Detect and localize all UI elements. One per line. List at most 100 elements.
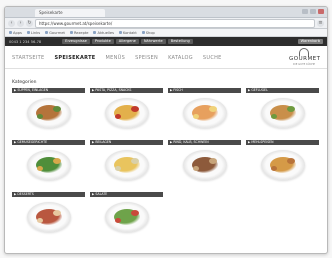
garnish-shape <box>192 166 199 171</box>
category-card[interactable]: ▶ MEHLSPEISEN <box>246 140 319 185</box>
garnish-shape <box>286 158 295 164</box>
nav-item-men-s[interactable]: MENÜS <box>106 55 126 61</box>
category-image[interactable] <box>12 197 85 237</box>
category-card[interactable]: ▶ RIND, KALB, SCHWEIN <box>168 140 241 185</box>
site-top-bar: 0043 1 234 56-78 Erzeugnisse Produkte Alle… <box>5 37 327 46</box>
browser-toolbar: ‹ › ↻ https://www.gourmet.at/speisekarte… <box>5 18 327 29</box>
garnish-shape <box>52 106 61 112</box>
bookmark-label: Gourmet <box>49 30 65 35</box>
reload-icon[interactable]: ↻ <box>26 19 33 27</box>
category-card[interactable]: ▶ SALATE <box>90 192 163 237</box>
garnish-shape <box>114 218 121 223</box>
category-card[interactable]: ▶ FISCH <box>168 88 241 133</box>
garnish-shape <box>130 210 139 216</box>
category-image[interactable] <box>90 197 163 237</box>
plate-icon <box>182 150 227 180</box>
plate-icon <box>26 202 71 232</box>
category-card[interactable]: ▶ DESSERTS <box>12 192 85 237</box>
nav-item-suche[interactable]: SUCHE <box>203 55 222 61</box>
garnish-shape <box>208 106 217 112</box>
bookmark-item[interactable]: Rezepte <box>69 30 89 35</box>
bookmark-label: Apps <box>13 30 22 35</box>
bookmark-icon <box>119 31 123 34</box>
bookmark-label: Rezepte <box>73 30 89 35</box>
garnish-shape <box>52 158 61 164</box>
bookmark-icon <box>69 31 73 34</box>
bookmark-icon <box>141 31 145 34</box>
plate-icon <box>260 98 305 128</box>
category-image[interactable] <box>12 145 85 185</box>
bookmark-item[interactable]: Aktuelles <box>93 31 114 35</box>
category-image[interactable] <box>168 145 241 185</box>
bookmark-item[interactable]: Gourmet <box>45 31 65 35</box>
garnish-shape <box>130 158 139 164</box>
browser-window: Speisekarte ‹ › ↻ https://www.gourmet.at… <box>4 6 328 254</box>
bookmark-icon <box>45 31 49 34</box>
category-grid: ▶ SUPPEN, EINLAGEN ▶ PASTA, PIZZA, SNACKS ▶ F… <box>12 88 320 237</box>
category-card[interactable]: ▶ SUPPEN, EINLAGEN <box>12 88 85 133</box>
browser-tab[interactable]: Speisekarte <box>35 9 105 17</box>
back-icon[interactable]: ‹ <box>8 19 15 27</box>
window-controls <box>302 9 324 14</box>
nav-item-katalog[interactable]: KATALOG <box>168 55 193 61</box>
category-image[interactable] <box>90 145 163 185</box>
bookmark-item[interactable]: Kontakt <box>119 31 137 35</box>
forward-icon[interactable]: › <box>17 19 24 27</box>
top-link[interactable]: Allergene <box>115 39 139 44</box>
garnish-shape <box>36 114 43 119</box>
browser-tab-bar: Speisekarte <box>5 7 327 18</box>
garnish-shape <box>36 166 43 171</box>
garnish-shape <box>114 166 121 171</box>
maximize-icon[interactable] <box>310 9 316 14</box>
bookmark-label: Aktuelles <box>97 30 115 35</box>
garnish-shape <box>36 218 43 223</box>
plate-icon <box>104 202 149 232</box>
logo-tagline: DIE GUTE KÜCHE <box>292 63 316 66</box>
bookmark-label: Kontakt <box>123 30 137 35</box>
category-card[interactable]: ▶ PASTA, PIZZA, SNACKS <box>90 88 163 133</box>
plate-icon <box>26 98 71 128</box>
bookmark-item[interactable]: Apps <box>9 31 22 35</box>
category-image[interactable] <box>90 93 163 133</box>
top-link[interactable]: Produkte <box>91 39 114 44</box>
garnish-shape <box>270 114 277 119</box>
nav-item-startseite[interactable]: STARTSEITE <box>12 55 44 61</box>
bookmark-icon <box>93 31 97 34</box>
nav-item-speisen[interactable]: SPEISEN <box>135 55 158 61</box>
category-image[interactable] <box>168 93 241 133</box>
bookmark-icon <box>26 31 30 34</box>
cart-button[interactable]: Warenkorb <box>297 39 323 44</box>
bookmark-label: Links <box>30 30 41 35</box>
garnish-shape <box>286 106 295 112</box>
garnish-shape <box>208 158 217 164</box>
top-link[interactable]: Nährwerte <box>140 39 166 44</box>
top-links: Erzeugnisse Produkte Allergene Nährwerte Bes… <box>62 39 193 44</box>
category-card[interactable]: ▶ GEFLÜGEL <box>246 88 319 133</box>
plate-icon <box>104 150 149 180</box>
nav-item-speisekarte[interactable]: SPEISEKARTE <box>54 55 95 61</box>
address-bar[interactable]: https://www.gourmet.at/speisekarte/ <box>35 18 315 28</box>
nav-items: STARTSEITE SPEISEKARTE MENÜS SPEISEN KATALOG… <box>12 55 222 61</box>
category-card[interactable]: ▶ BEILAGEN <box>90 140 163 185</box>
chef-hat-icon <box>299 48 309 56</box>
bookmark-icon <box>9 31 12 34</box>
bookmark-item[interactable]: Shop <box>141 30 155 35</box>
bookmark-label: Shop <box>145 30 155 35</box>
top-link[interactable]: Bestellung <box>167 39 193 44</box>
plate-icon <box>260 150 305 180</box>
category-card[interactable]: ▶ GEMÜSEGERICHTE <box>12 140 85 185</box>
close-icon[interactable] <box>318 9 324 14</box>
plate-icon <box>104 98 149 128</box>
garnish-shape <box>114 114 121 119</box>
category-image[interactable] <box>12 93 85 133</box>
bookmark-item[interactable]: Links <box>26 30 41 35</box>
plate-icon <box>182 98 227 128</box>
garnish-shape <box>52 210 61 216</box>
gourmet-logo[interactable]: GOURMET DIE GUTE KÜCHE <box>289 48 320 66</box>
top-link[interactable]: Erzeugnisse <box>62 39 90 44</box>
garnish-shape <box>192 114 199 119</box>
category-image[interactable] <box>246 93 319 133</box>
menu-icon[interactable]: ≡ <box>317 19 324 27</box>
category-image[interactable] <box>246 145 319 185</box>
minimize-icon[interactable] <box>302 9 308 14</box>
